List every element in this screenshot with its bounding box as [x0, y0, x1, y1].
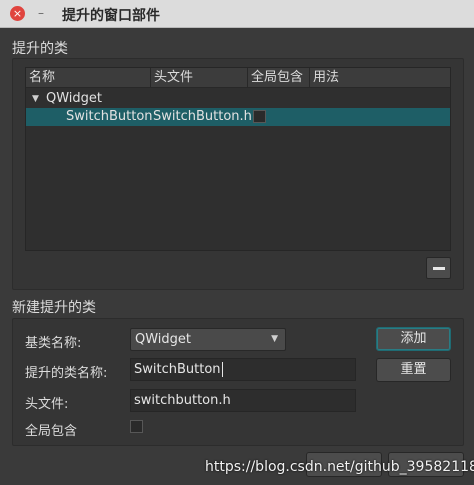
promoted-class-name-field[interactable]: SwitchButton: [130, 358, 356, 381]
promoted-classes-title: 提升的类: [12, 41, 68, 57]
tree-node-base-class[interactable]: ▼ QWidget: [26, 90, 450, 108]
remove-button[interactable]: [426, 257, 451, 279]
column-global-include-header[interactable]: 全局包含: [248, 68, 310, 88]
promoted-class-name-value: SwitchButton: [134, 362, 221, 377]
close-icon[interactable]: ×: [10, 6, 25, 21]
header-file-field[interactable]: switchbutton.h: [130, 389, 356, 412]
column-usage-header[interactable]: 用法: [310, 68, 452, 88]
new-promoted-class-title: 新建提升的类: [12, 300, 96, 316]
add-button[interactable]: 添加: [376, 327, 451, 351]
header-file-label: 头文件:: [25, 397, 69, 412]
expand-arrow-icon[interactable]: ▼: [32, 90, 39, 108]
column-header-file-header[interactable]: 头文件: [151, 68, 248, 88]
promoted-class-header: SwitchButton.h: [153, 109, 252, 124]
promoted-classes-tree[interactable]: 名称 头文件 全局包含 用法 ▼ QWidget SwitchButton Sw…: [25, 67, 451, 251]
promoted-class-name-label: 提升的类名称:: [25, 366, 108, 381]
tree-row-promoted-class[interactable]: SwitchButton SwitchButton.h: [26, 108, 450, 126]
column-name-header[interactable]: 名称: [26, 68, 151, 88]
base-class-combo[interactable]: QWidget ▼: [130, 328, 286, 351]
window-title: 提升的窗口部件: [62, 8, 160, 24]
text-caret: [221, 362, 223, 377]
base-class-name: QWidget: [46, 91, 103, 106]
watermark-text: https://blog.csdn.net/github_39582118: [205, 459, 474, 475]
base-class-label: 基类名称:: [25, 336, 82, 351]
global-include-checkbox[interactable]: [253, 110, 266, 123]
chevron-down-icon: ▼: [271, 334, 278, 344]
new-global-include-checkbox[interactable]: [130, 420, 143, 433]
base-class-combo-value: QWidget: [135, 332, 192, 347]
window-titlebar: × – 提升的窗口部件: [0, 0, 474, 28]
header-file-value: switchbutton.h: [134, 393, 231, 408]
reset-button[interactable]: 重置: [376, 358, 451, 382]
global-include-label: 全局包含: [25, 424, 78, 439]
promoted-class-name: SwitchButton: [66, 109, 153, 124]
tree-header: 名称 头文件 全局包含 用法: [26, 68, 450, 88]
minimize-icon[interactable]: –: [34, 4, 48, 22]
